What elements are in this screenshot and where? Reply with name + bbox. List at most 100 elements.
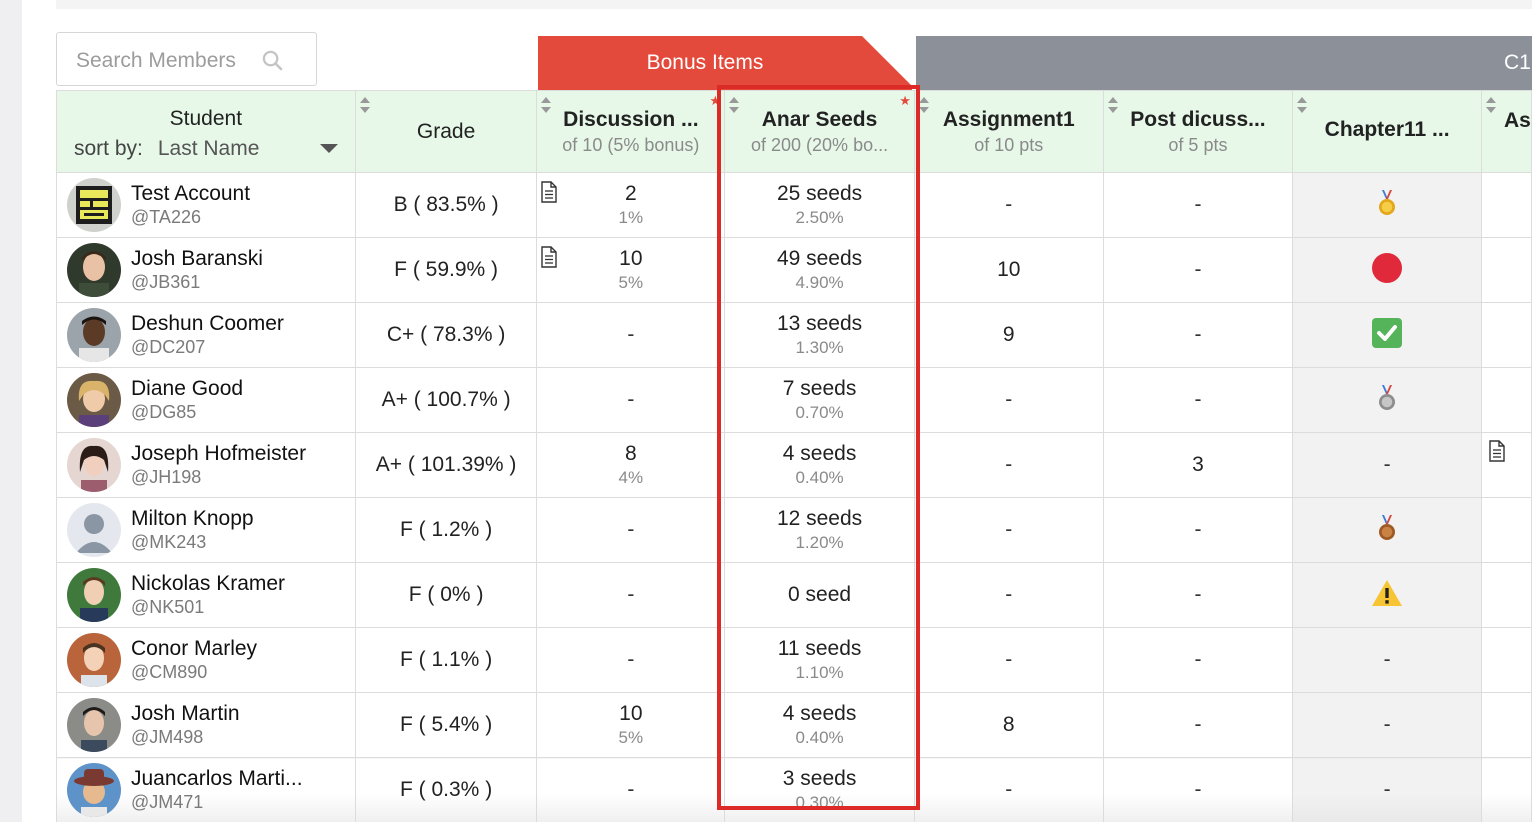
chapter11-cell[interactable] xyxy=(1292,497,1482,563)
document-icon[interactable] xyxy=(540,181,558,203)
sort-arrows-icon[interactable] xyxy=(918,96,930,114)
student-name[interactable]: Diane Good xyxy=(131,377,243,401)
post-discussion-cell[interactable]: - xyxy=(1102,692,1294,758)
grade-cell[interactable]: F ( 1.1% ) xyxy=(354,627,538,693)
anar-seeds-cell[interactable]: 4 seeds 0.40% xyxy=(724,432,915,498)
discussion-cell[interactable]: - xyxy=(536,302,726,368)
anar-seeds-cell[interactable]: 13 seeds 1.30% xyxy=(724,302,915,368)
chapter11-cell[interactable]: - xyxy=(1292,692,1482,758)
post-discussion-cell[interactable]: - xyxy=(1102,627,1294,693)
student-name[interactable]: Josh Martin xyxy=(131,702,240,726)
anar-seeds-cell[interactable]: 7 seeds 0.70% xyxy=(724,367,915,433)
anar-seeds-cell[interactable]: 12 seeds 1.20% xyxy=(724,497,915,563)
student-cell[interactable]: Juancarlos Marti... @JM471 xyxy=(56,757,356,822)
post-discussion-column-header[interactable]: Post dicuss... of 5 pts xyxy=(1102,90,1294,173)
post-discussion-cell[interactable]: - xyxy=(1102,237,1294,303)
student-name[interactable]: Test Account xyxy=(131,182,250,206)
anar-seeds-cell[interactable]: 4 seeds 0.40% xyxy=(724,692,915,758)
table-row[interactable]: Conor Marley @CM890 F ( 1.1% ) - 11 seed… xyxy=(56,627,1532,693)
post-discussion-cell[interactable]: - xyxy=(1102,562,1294,628)
grade-cell[interactable]: F ( 0% ) xyxy=(354,562,538,628)
truncated-column-cell[interactable] xyxy=(1480,562,1532,628)
student-name[interactable]: Conor Marley xyxy=(131,637,257,661)
discussion-column-header[interactable]: ★ Discussion ... of 10 (5% bonus) xyxy=(536,90,726,173)
assignment1-cell[interactable]: 10 xyxy=(913,237,1104,303)
truncated-column-cell[interactable] xyxy=(1480,172,1532,238)
post-discussion-cell[interactable]: - xyxy=(1102,497,1294,563)
anar-seeds-cell[interactable]: 49 seeds 4.90% xyxy=(724,237,915,303)
sort-arrows-icon[interactable] xyxy=(1485,96,1497,114)
assignment1-cell[interactable]: - xyxy=(913,367,1104,433)
discussion-cell[interactable]: - xyxy=(536,367,726,433)
grade-cell[interactable]: F ( 0.3% ) xyxy=(354,757,538,822)
anar-seeds-column-header[interactable]: ★ Anar Seeds of 200 (20% bo... xyxy=(724,90,915,173)
student-cell[interactable]: Josh Martin @JM498 xyxy=(56,692,356,758)
document-icon[interactable] xyxy=(1488,440,1506,462)
sort-arrows-icon[interactable] xyxy=(540,96,552,114)
student-name[interactable]: Josh Baranski xyxy=(131,247,263,271)
grade-column-header[interactable]: Grade xyxy=(354,90,538,173)
assignment1-cell[interactable]: - xyxy=(913,172,1104,238)
discussion-cell[interactable]: - xyxy=(536,627,726,693)
sort-arrows-icon[interactable] xyxy=(359,96,371,114)
discussion-cell[interactable]: 10 5% xyxy=(536,692,726,758)
anar-seeds-cell[interactable]: 3 seeds 0.30% xyxy=(724,757,915,822)
anar-seeds-cell[interactable]: 25 seeds 2.50% xyxy=(724,172,915,238)
grade-cell[interactable]: F ( 5.4% ) xyxy=(354,692,538,758)
assignment1-cell[interactable]: - xyxy=(913,757,1104,822)
post-discussion-cell[interactable]: - xyxy=(1102,302,1294,368)
search-members-box[interactable]: Search Members xyxy=(56,32,317,86)
chapter11-cell[interactable] xyxy=(1292,302,1482,368)
truncated-column-cell[interactable] xyxy=(1480,302,1532,368)
chapter11-cell[interactable] xyxy=(1292,367,1482,433)
search-icon[interactable] xyxy=(262,50,283,71)
table-row[interactable]: Test Account @TA226 B ( 83.5% ) 2 1% 25 … xyxy=(56,172,1532,238)
post-discussion-cell[interactable]: - xyxy=(1102,172,1294,238)
student-cell[interactable]: Diane Good @DG85 xyxy=(56,367,356,433)
truncated-column-cell[interactable] xyxy=(1480,497,1532,563)
assignment1-cell[interactable]: 9 xyxy=(913,302,1104,368)
truncated-column-cell[interactable] xyxy=(1480,237,1532,303)
chapter11-cell[interactable] xyxy=(1292,172,1482,238)
student-cell[interactable]: Joseph Hofmeister @JH198 xyxy=(56,432,356,498)
student-cell[interactable]: Josh Baranski @JB361 xyxy=(56,237,356,303)
assignment1-cell[interactable]: - xyxy=(913,562,1104,628)
chapter11-cell[interactable]: - xyxy=(1292,757,1482,822)
discussion-cell[interactable]: - xyxy=(536,497,726,563)
assignment1-cell[interactable]: 8 xyxy=(913,692,1104,758)
assignment1-cell[interactable]: - xyxy=(913,497,1104,563)
table-row[interactable]: Josh Baranski @JB361 F ( 59.9% ) 10 5% 4… xyxy=(56,237,1532,303)
truncated-column-cell[interactable] xyxy=(1480,432,1532,498)
discussion-cell[interactable]: 8 4% xyxy=(536,432,726,498)
sort-arrows-icon[interactable] xyxy=(728,96,740,114)
chapter11-cell[interactable] xyxy=(1292,237,1482,303)
anar-seeds-cell[interactable]: 0 seed xyxy=(724,562,915,628)
discussion-cell[interactable]: 10 5% xyxy=(536,237,726,303)
assignment1-column-header[interactable]: Assignment1 of 10 pts xyxy=(913,90,1104,173)
table-row[interactable]: Milton Knopp @MK243 F ( 1.2% ) - 12 seed… xyxy=(56,497,1532,563)
student-name[interactable]: Juancarlos Marti... xyxy=(131,767,303,791)
table-row[interactable]: Juancarlos Marti... @JM471 F ( 0.3% ) - … xyxy=(56,757,1532,822)
grade-cell[interactable]: A+ ( 100.7% ) xyxy=(354,367,538,433)
student-name[interactable]: Milton Knopp xyxy=(131,507,254,531)
grade-cell[interactable]: F ( 59.9% ) xyxy=(354,237,538,303)
table-row[interactable]: Joseph Hofmeister @JH198 A+ ( 101.39% ) … xyxy=(56,432,1532,498)
grade-cell[interactable]: C+ ( 78.3% ) xyxy=(354,302,538,368)
chapter11-column-header[interactable]: Chapter11 ... xyxy=(1292,90,1482,173)
post-discussion-cell[interactable]: - xyxy=(1102,367,1294,433)
post-discussion-cell[interactable]: - xyxy=(1102,757,1294,822)
grade-cell[interactable]: A+ ( 101.39% ) xyxy=(354,432,538,498)
table-row[interactable]: Nickolas Kramer @NK501 F ( 0% ) - 0 seed… xyxy=(56,562,1532,628)
truncated-column-cell[interactable] xyxy=(1480,692,1532,758)
assignment1-cell[interactable]: - xyxy=(913,432,1104,498)
anar-seeds-cell[interactable]: 11 seeds 1.10% xyxy=(724,627,915,693)
sort-arrows-icon[interactable] xyxy=(1296,96,1308,114)
student-cell[interactable]: Milton Knopp @MK243 xyxy=(56,497,356,563)
chapter11-cell[interactable]: - xyxy=(1292,627,1482,693)
student-cell[interactable]: Conor Marley @CM890 xyxy=(56,627,356,693)
table-row[interactable]: Deshun Coomer @DC207 C+ ( 78.3% ) - 13 s… xyxy=(56,302,1532,368)
grade-cell[interactable]: B ( 83.5% ) xyxy=(354,172,538,238)
assignment1-cell[interactable]: - xyxy=(913,627,1104,693)
grade-cell[interactable]: F ( 1.2% ) xyxy=(354,497,538,563)
discussion-cell[interactable]: - xyxy=(536,757,726,822)
